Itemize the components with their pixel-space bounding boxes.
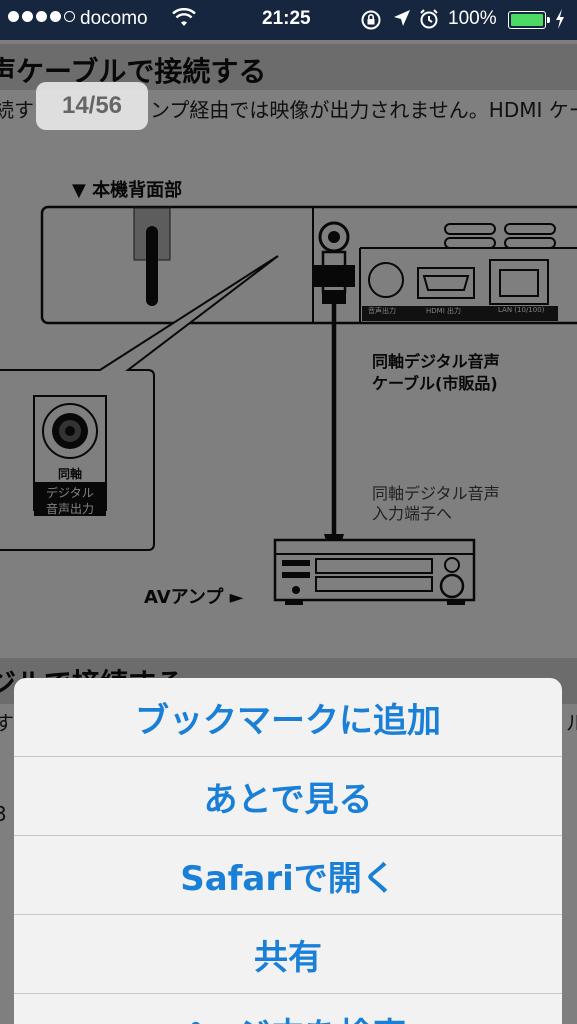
share-button[interactable]: 共有 — [14, 915, 562, 994]
page-indicator: 14/56 — [36, 82, 148, 130]
signal-strength-icon — [8, 11, 75, 22]
charging-icon — [555, 8, 565, 36]
carrier-name: docomo — [80, 8, 148, 29]
action-sheet: ブックマークに追加 あとで見る Safariで開く 共有 ページ内を検索 — [14, 678, 562, 1024]
battery-icon — [508, 11, 550, 29]
rotation-lock-icon — [360, 9, 382, 37]
open-in-safari-button[interactable]: Safariで開く — [14, 836, 562, 915]
read-later-button[interactable]: あとで見る — [14, 757, 562, 836]
wifi-icon — [172, 7, 196, 34]
find-in-page-button[interactable]: ページ内を検索 — [14, 994, 562, 1024]
alarm-icon — [418, 8, 440, 36]
location-icon — [392, 8, 412, 34]
clock: 21:25 — [262, 8, 311, 29]
battery-percent: 100% — [448, 8, 497, 29]
status-bar: docomo 21:25 100% — [0, 0, 577, 40]
add-bookmark-button[interactable]: ブックマークに追加 — [14, 678, 562, 757]
